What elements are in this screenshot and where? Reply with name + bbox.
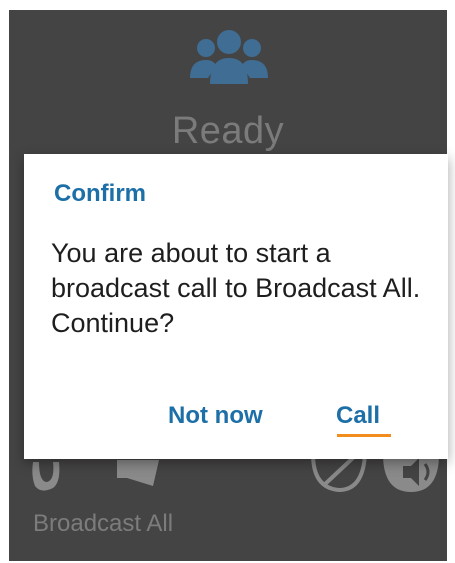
focus-indicator xyxy=(337,434,391,437)
ptt-icon[interactable] xyxy=(29,462,63,492)
call-button[interactable]: Call xyxy=(336,402,380,430)
channel-name: Broadcast All xyxy=(33,510,174,537)
not-now-button[interactable]: Not now xyxy=(168,402,263,430)
group-icon xyxy=(190,30,268,84)
dialog-message: You are about to start a broadcast call … xyxy=(51,238,421,338)
megaphone-icon[interactable] xyxy=(109,460,169,490)
status-title: Ready xyxy=(171,110,285,152)
confirm-dialog: Confirm You are about to start a broadca… xyxy=(24,154,448,459)
dialog-title: Confirm xyxy=(54,180,146,207)
